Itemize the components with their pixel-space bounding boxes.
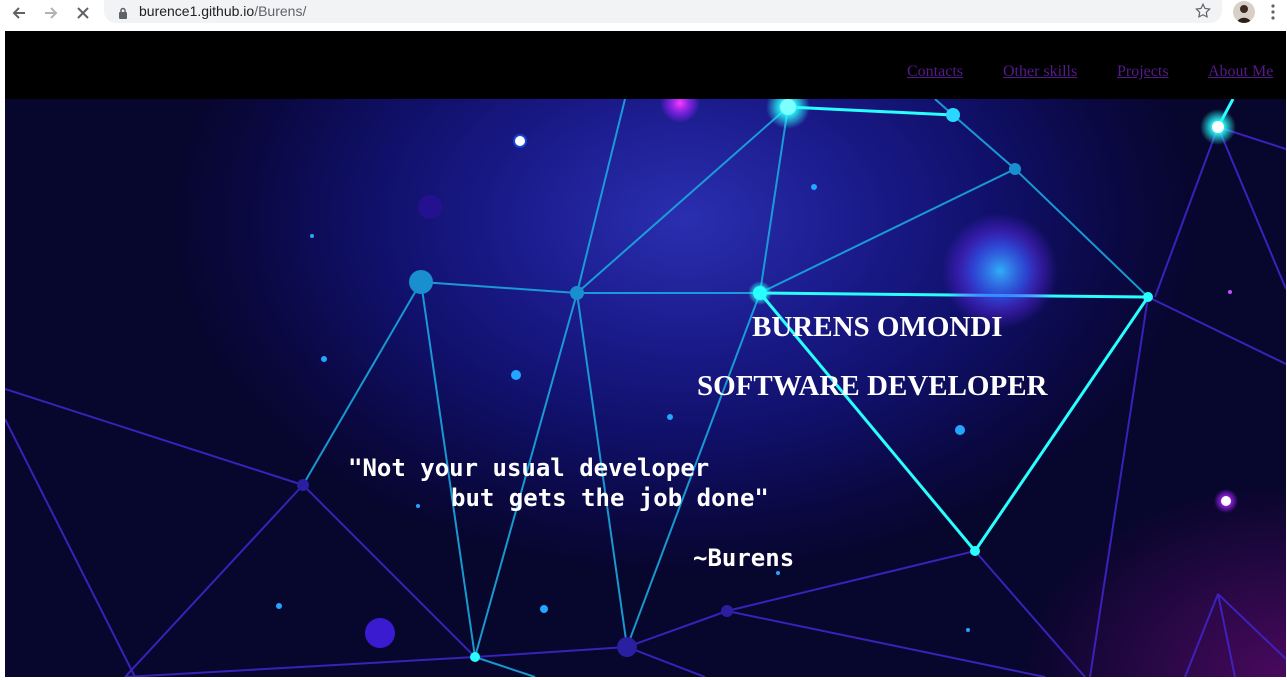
nav-link-contacts[interactable]: Contacts (907, 63, 963, 81)
hero-section: BURENS OMONDI SOFTWARE DEVELOPER "Not yo… (5, 99, 1286, 677)
stop-loading-icon[interactable] (70, 0, 96, 25)
forward-arrow-icon[interactable] (38, 0, 64, 25)
profile-avatar[interactable] (1233, 1, 1255, 23)
hero-name: BURENS OMONDI (752, 311, 1003, 343)
lock-icon (118, 5, 128, 24)
nav-link-other-skills[interactable]: Other skills (1003, 63, 1077, 81)
nav-link-projects[interactable]: Projects (1117, 63, 1169, 81)
hero-quote-line-1: "Not your usual developer (348, 454, 710, 482)
hero-role: SOFTWARE DEVELOPER (697, 370, 1048, 402)
hero-quote-line-2: but gets the job done" (451, 484, 769, 512)
hero-signature: ~Burens (693, 544, 795, 572)
top-navigation-bar: Contacts Other skills Projects About Me (5, 31, 1286, 99)
url-text: burence1.github.io/Burens/ (139, 3, 307, 19)
menu-dots-icon[interactable] (1270, 4, 1276, 24)
web-page: Contacts Other skills Projects About Me (5, 31, 1286, 677)
back-arrow-icon[interactable] (6, 0, 32, 25)
address-bar[interactable]: burence1.github.io/Burens/ (104, 0, 1222, 23)
bookmark-star-icon[interactable] (1194, 2, 1212, 24)
browser-toolbar: burence1.github.io/Burens/ (0, 0, 1287, 25)
nav-link-about-me[interactable]: About Me (1208, 63, 1273, 81)
network-background (5, 99, 1286, 677)
